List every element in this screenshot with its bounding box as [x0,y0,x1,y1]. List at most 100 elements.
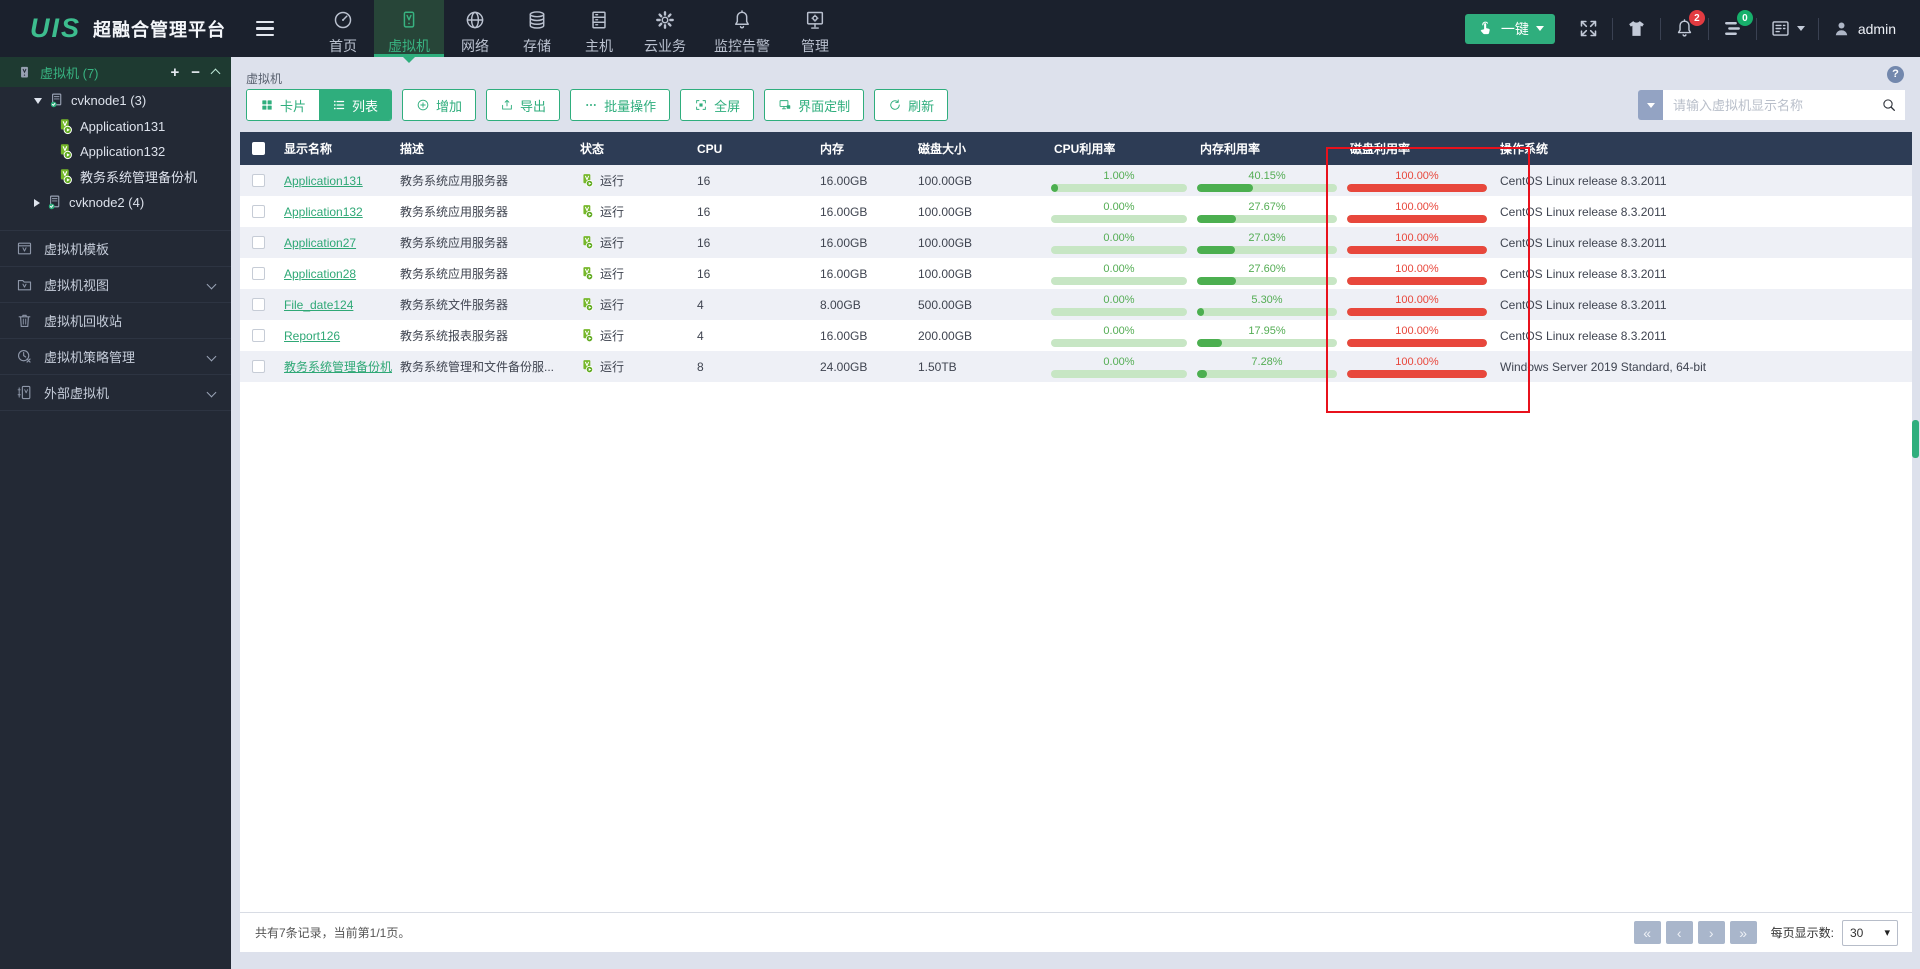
table-row[interactable]: Application27 教务系统应用服务器 运行 16 16.00GB 100.00G… [240,227,1912,258]
vertical-scrollbar-thumb[interactable] [1912,420,1919,458]
vm-name-link[interactable]: File_date124 [284,298,353,312]
main-nav: 首页 虚拟机 网络 存储 主机 云业务 监控告警 管理 [312,0,846,63]
host-check-icon [48,92,65,109]
sidebar-item-vm-policy[interactable]: 虚拟机策略管理 [0,338,231,374]
nav-item-storage[interactable]: 存储 [506,0,568,57]
top-navbar: UIS 超融合管理平台 首页 虚拟机 网络 存储 主机 云业务 监控告警 管理 一键 2 0 … [0,0,1920,63]
vm-memory: 16.00GB [820,204,868,219]
select-all-checkbox[interactable] [240,142,276,155]
vm-cpu-utilization: 1.00% [1046,170,1192,192]
nav-item-home[interactable]: 首页 [312,0,374,57]
column-header[interactable]: 磁盘大小 [910,140,1046,157]
hamburger-menu-icon[interactable] [256,20,275,37]
prev-page-button[interactable]: ‹ [1665,921,1693,944]
first-page-button[interactable]: « [1633,921,1661,944]
column-header[interactable]: 磁盘利用率 [1342,140,1492,157]
add-button[interactable]: 增加 [402,89,477,121]
vm-name-link[interactable]: Report126 [284,329,340,343]
column-header[interactable]: CPU [689,142,812,156]
table-row[interactable]: Application28 教务系统应用服务器 运行 16 16.00GB 100.00G… [240,258,1912,289]
nav-item-manage[interactable]: 管理 [784,0,846,57]
alarm-bell-icon [731,9,753,31]
column-header[interactable]: 操作系统 [1492,140,1912,157]
tree-host-node[interactable]: cvknode2 (4) [0,189,231,216]
vm-name-link[interactable]: Application27 [284,236,356,250]
column-header[interactable]: CPU利用率 [1046,140,1192,157]
nav-item-vm[interactable]: 虚拟机 [374,0,445,63]
refresh-button[interactable]: 刷新 [874,89,949,121]
vm-status: 运行 [572,203,689,220]
nav-item-monitor-alarm[interactable]: 监控告警 [700,0,784,57]
help-icon[interactable]: ? [1887,65,1904,83]
workbench-menu[interactable] [1770,18,1805,39]
table-row[interactable]: Application131 教务系统应用服务器 运行 16 16.00GB 100.00… [240,165,1912,196]
export-button[interactable]: 导出 [486,89,561,121]
table-row[interactable]: 教务系统管理备份机 教务系统管理和文件备份服... 运行 8 24.00GB 1.50TB… [240,351,1912,382]
row-checkbox[interactable] [240,329,276,342]
user-name: admin [1857,20,1896,37]
theme-icon[interactable] [1626,18,1647,39]
search-icon[interactable] [1881,97,1897,113]
vm-name-link[interactable]: Application132 [284,205,363,219]
chevron-down-icon [206,279,217,290]
vm-name-link[interactable]: Application28 [284,267,356,281]
user-icon [1832,19,1851,38]
sidebar-item-vm-recycle[interactable]: 虚拟机回收站 [0,302,231,338]
fullscreen-view-button[interactable]: 全屏 [680,89,755,121]
card-view-button[interactable]: 卡片 [247,90,320,120]
sidebar-vm-root[interactable]: 虚拟机 (7) + − [0,57,231,87]
tree-add-icon[interactable]: + [170,65,179,80]
column-header[interactable]: 内存利用率 [1192,140,1342,157]
row-checkbox[interactable] [240,298,276,311]
tree-host-node[interactable]: cvknode1 (3) [0,87,231,114]
table-row[interactable]: Application132 教务系统应用服务器 运行 16 16.00GB 100.00… [240,196,1912,227]
alarm-bell-icon[interactable]: 2 [1674,10,1705,39]
caret-collapsed-icon[interactable] [34,198,40,207]
sidebar-item-vm-template[interactable]: 虚拟机模板 [0,230,231,266]
search-input[interactable] [1663,90,1905,120]
tree-remove-icon[interactable]: − [191,65,200,80]
batch-ops-button[interactable]: 批量操作 [570,89,671,121]
column-header[interactable]: 状态 [572,140,689,157]
navbar-actions: 一键 2 0 admin [1464,0,1920,57]
table-row[interactable]: Report126 教务系统报表服务器 运行 4 16.00GB 200.00GB 0.00… [240,320,1912,351]
vm-name-link[interactable]: Application131 [284,174,363,188]
row-checkbox[interactable] [240,205,276,218]
list-view-button[interactable]: 列表 [319,90,392,120]
collapse-up-icon[interactable] [210,68,221,79]
vm-status: 运行 [572,234,689,251]
ui-customize-button[interactable]: 界面定制 [764,89,865,121]
button-label: 界面定制 [798,98,851,114]
sidebar-item-external-vm[interactable]: 外部虚拟机 [0,374,231,410]
vm-cpu: 4 [697,297,704,312]
row-checkbox[interactable] [240,267,276,280]
sidebar-item-vm-view[interactable]: 虚拟机视图 [0,266,231,302]
vm-name-link[interactable]: 教务系统管理备份机 [284,360,392,374]
caret-expanded-icon[interactable] [34,97,42,104]
user-menu[interactable]: admin [1832,19,1896,38]
fullscreen-icon[interactable] [1578,18,1599,39]
one-key-button[interactable]: 一键 [1464,13,1555,44]
next-page-button[interactable]: › [1697,921,1725,944]
app-logo: UIS 超融合管理平台 [0,0,254,57]
row-checkbox[interactable] [240,174,276,187]
select-caret-icon: ▾ [1884,927,1890,939]
tasks-icon[interactable]: 0 [1722,10,1753,39]
tree-vm-node[interactable]: Application131 [0,114,231,139]
nav-item-host[interactable]: 主机 [568,0,630,57]
tree-vm-node[interactable]: Application132 [0,139,231,164]
table-row[interactable]: File_date124 教务系统文件服务器 运行 4 8.00GB 500.00GB 0.… [240,289,1912,320]
column-header[interactable]: 描述 [392,140,572,157]
nav-item-network[interactable]: 网络 [444,0,506,57]
nav-item-cloud-service[interactable]: 云业务 [630,0,700,57]
column-header[interactable]: 显示名称 [276,140,392,157]
page-size-select[interactable]: 30 ▾ [1842,919,1898,946]
search-filter-dropdown[interactable] [1638,90,1663,120]
last-page-button[interactable]: » [1729,921,1757,944]
row-checkbox[interactable] [240,360,276,373]
column-header[interactable]: 内存 [812,140,910,157]
tree-vm-node[interactable]: 教务系统管理备份机 [0,164,231,189]
row-checkbox[interactable] [240,236,276,249]
nav-label: 监控告警 [714,38,771,54]
vm-running-icon [580,266,595,281]
